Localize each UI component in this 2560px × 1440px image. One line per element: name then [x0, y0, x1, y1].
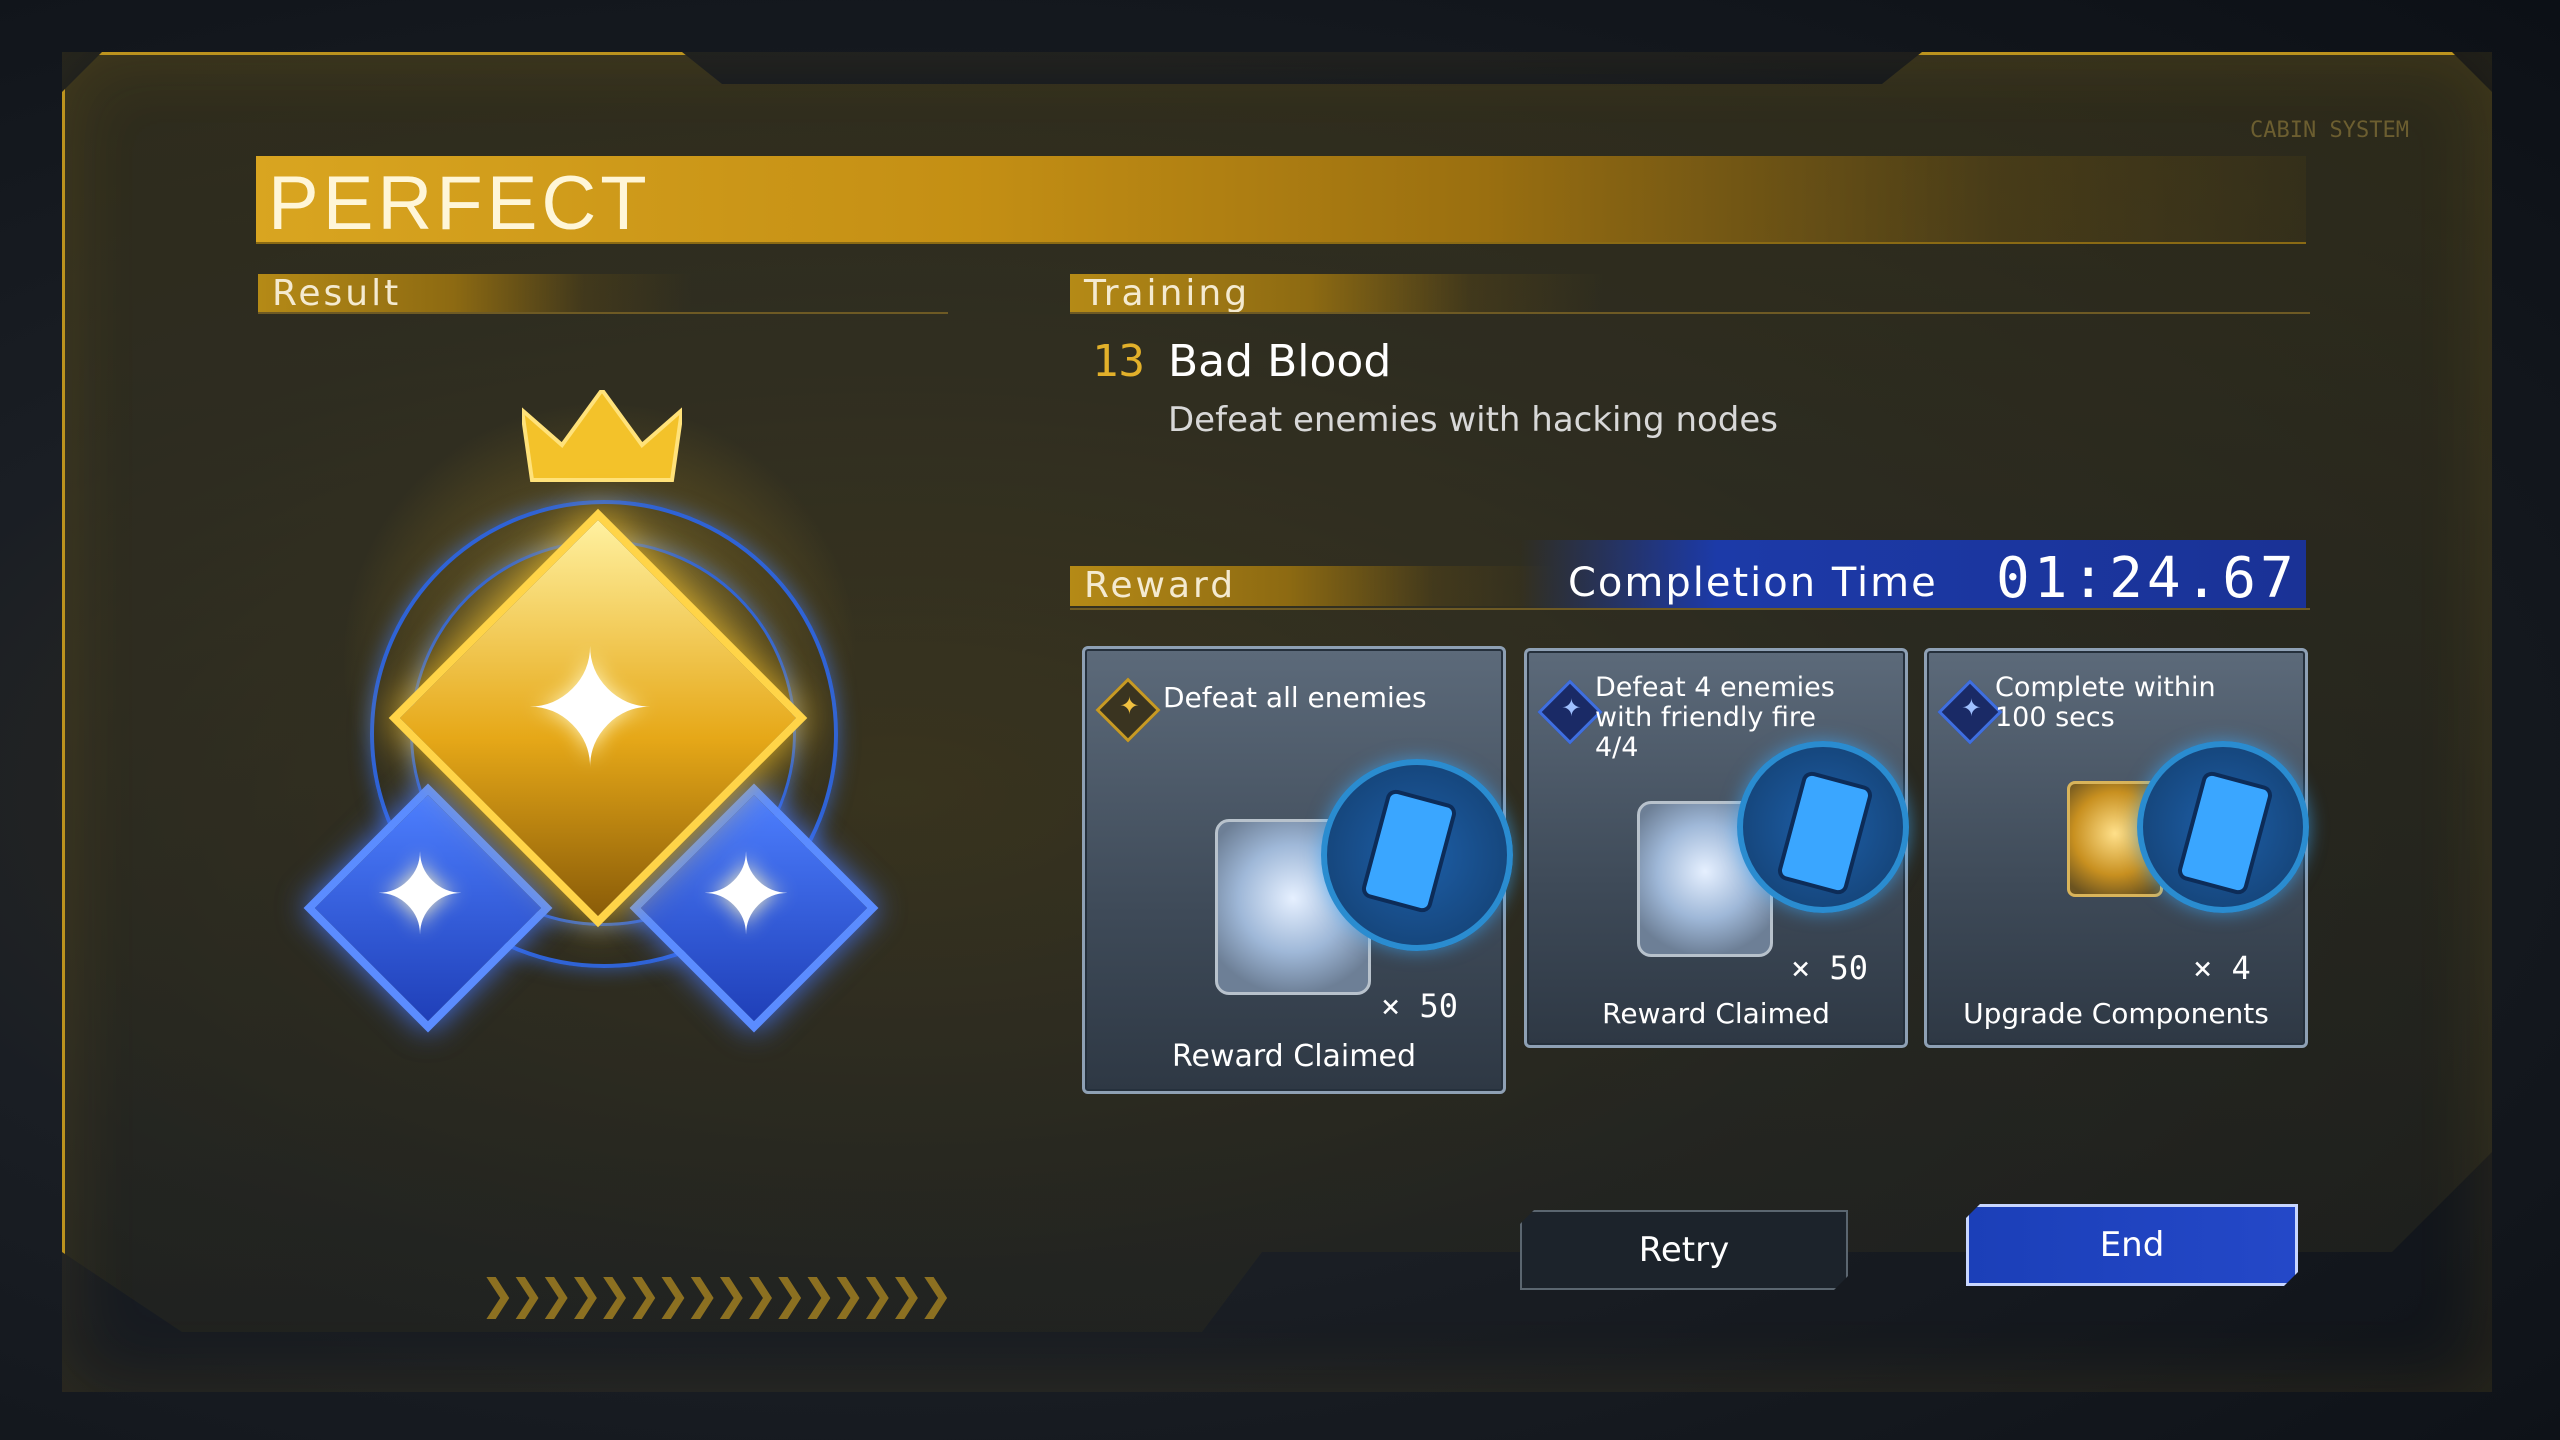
- result-label: Result: [258, 274, 692, 314]
- decorative-chevrons: ❯❯❯❯❯❯❯❯❯❯❯❯❯❯❯❯: [480, 1270, 953, 1319]
- blue-star-right-icon: ✦: [699, 831, 793, 959]
- blue-star-diamond-icon: ✦: [1937, 679, 2003, 745]
- training-label: Training: [1070, 274, 1604, 314]
- reward-card-friendly-fire[interactable]: ✦ Defeat 4 enemies with friendly fire 4/…: [1524, 648, 1909, 1048]
- mission-number: 13: [1092, 336, 1145, 387]
- congratulations-stamp-icon: [1321, 759, 1513, 951]
- reward-status: Upgrade Components: [1963, 997, 2269, 1030]
- blue-star-left-icon: ✦: [373, 831, 467, 959]
- reward-divider: [1070, 608, 2310, 610]
- congratulations-stamp-icon: [2137, 741, 2309, 913]
- reward-label: Reward: [1070, 566, 1554, 606]
- mission-name: Bad Blood: [1168, 336, 1392, 387]
- cabin-system-logo: CABIN SYSTEM: [2250, 118, 2409, 143]
- retry-button[interactable]: Retry: [1520, 1210, 1848, 1290]
- reward-status: Reward Claimed: [1602, 997, 1830, 1030]
- card-title: Defeat all enemies: [1163, 681, 1427, 714]
- gold-star-diamond-icon: ✦: [1095, 677, 1161, 743]
- reward-card-defeat-all[interactable]: ✦ Defeat all enemies × 50 Reward Claimed: [1082, 646, 1513, 1094]
- reward-quantity: × 4: [2193, 949, 2251, 987]
- perfect-title: PERFECT: [268, 161, 651, 246]
- training-divider: [1070, 312, 2310, 314]
- completion-time-value: 01:24.67: [1996, 546, 2298, 611]
- reward-card-time-limit[interactable]: ✦ Complete within 100 secs × 4 Upgrade C…: [1924, 648, 2309, 1048]
- result-divider: [258, 312, 948, 314]
- end-button[interactable]: End: [1966, 1204, 2298, 1286]
- mission-description: Defeat enemies with hacking nodes: [1168, 400, 1779, 440]
- completion-time-label: Completion Time: [1568, 560, 1938, 606]
- card-title: Complete within 100 secs: [1995, 672, 2216, 733]
- reward-quantity: × 50: [1791, 949, 1869, 987]
- gold-star-icon: ✦: [522, 616, 658, 803]
- reward-quantity: × 50: [1381, 987, 1459, 1025]
- perfect-medal: ✦ ✦ ✦: [300, 380, 900, 1100]
- crown-icon: [522, 390, 682, 482]
- congratulations-stamp-icon: [1737, 741, 1909, 913]
- reward-status: Reward Claimed: [1172, 1039, 1416, 1074]
- blue-star-diamond-icon: ✦: [1537, 679, 1603, 745]
